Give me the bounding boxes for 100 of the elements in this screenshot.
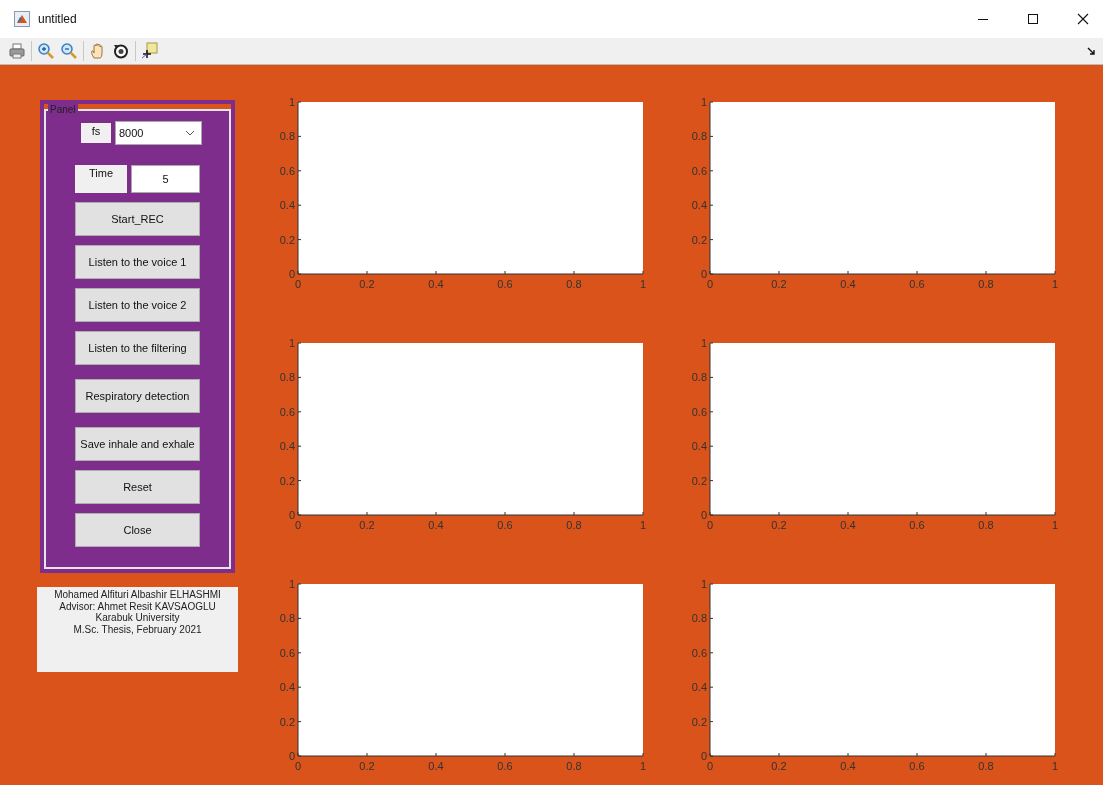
y-tick-label: 0.4 <box>691 681 707 694</box>
y-tick-label: 0.6 <box>691 164 707 177</box>
y-tick-label: 0.2 <box>691 233 707 246</box>
x-tick-label: 0.8 <box>566 760 582 772</box>
y-tick-label: 0.4 <box>279 199 295 212</box>
x-tick-label: 0.4 <box>840 278 856 290</box>
y-tick-label: 0.2 <box>691 474 707 487</box>
y-tick-label: 0.2 <box>279 233 295 246</box>
y-tick-label: 1 <box>288 96 295 108</box>
x-tick-label: 0.2 <box>771 278 787 290</box>
y-tick-label: 0.4 <box>691 199 707 212</box>
y-tick-label: 0.2 <box>691 715 707 728</box>
panel-button[interactable]: Listen to the filtering <box>75 331 200 365</box>
fs-dropdown[interactable]: 8000 <box>115 121 202 145</box>
panel-button[interactable]: Respiratory detection <box>75 379 200 413</box>
dock-arrow-icon[interactable] <box>1087 47 1095 55</box>
fs-label: fs <box>81 123 111 143</box>
x-tick-label: 1 <box>639 278 647 290</box>
y-tick-label: 0.8 <box>691 371 707 384</box>
y-tick-label: 1 <box>700 578 707 590</box>
x-tick-label: 1 <box>1051 278 1059 290</box>
panel-button[interactable]: Listen to the voice 2 <box>75 288 200 322</box>
time-input-field[interactable]: 5 <box>131 165 200 193</box>
y-tick-label: 0.6 <box>691 405 707 418</box>
y-tick-label: 0.6 <box>279 646 295 659</box>
x-tick-label: 0 <box>294 760 302 772</box>
y-tick-label: 1 <box>700 96 707 108</box>
y-tick-label: 0 <box>288 509 295 521</box>
chevron-down-icon <box>185 130 195 136</box>
close-icon[interactable] <box>1077 13 1089 25</box>
x-tick-label: 0.6 <box>497 519 513 531</box>
info-text: Mohamed Alfituri Albashir ELHASHMI <box>54 589 221 601</box>
y-tick-label: 1 <box>288 578 295 590</box>
window-title: untitled <box>38 12 77 26</box>
y-tick-label: 0 <box>700 268 707 280</box>
x-tick-label: 0 <box>706 278 714 290</box>
x-tick-label: 0 <box>706 519 714 531</box>
x-tick-label: 0 <box>294 519 302 531</box>
x-tick-label: 0.6 <box>909 278 925 290</box>
x-tick-label: 0.6 <box>909 519 925 531</box>
y-tick-label: 0.6 <box>691 646 707 659</box>
x-tick-label: 0.6 <box>909 760 925 772</box>
y-tick-label: 0 <box>700 750 707 762</box>
panel-button[interactable]: Listen to the voice 1 <box>75 245 200 279</box>
x-tick-label: 1 <box>1051 760 1059 772</box>
y-tick-label: 1 <box>288 337 295 349</box>
y-tick-label: 0.8 <box>691 612 707 625</box>
x-tick-label: 0.4 <box>840 760 856 772</box>
panel-title: Panel <box>48 104 78 115</box>
y-tick-label: 0 <box>288 750 295 762</box>
y-tick-label: 0.4 <box>279 440 295 453</box>
x-tick-label: 0.4 <box>428 760 444 772</box>
y-tick-label: 0.6 <box>279 164 295 177</box>
x-tick-label: 1 <box>1051 519 1059 531</box>
x-tick-label: 0.2 <box>359 519 375 531</box>
y-tick-label: 1 <box>700 337 707 349</box>
x-tick-label: 0.2 <box>359 278 375 290</box>
y-tick-label: 0.2 <box>279 715 295 728</box>
rotate-icon[interactable] <box>112 42 130 60</box>
x-tick-label: 1 <box>639 760 647 772</box>
x-tick-label: 0.4 <box>428 278 444 290</box>
x-tick-label: 0.4 <box>428 519 444 531</box>
info-text: Advisor: Ahmet Resit KAVSAOGLU <box>59 600 216 612</box>
info-text: M.Sc. Thesis, February 2021 <box>73 623 202 635</box>
zoom-out-icon[interactable] <box>60 42 78 60</box>
y-tick-label: 0.8 <box>279 130 295 143</box>
panel-button[interactable]: Start_REC <box>75 202 200 236</box>
x-tick-label: 0.8 <box>566 278 582 290</box>
y-tick-label: 0.2 <box>279 474 295 487</box>
x-tick-label: 0.2 <box>771 760 787 772</box>
x-tick-label: 0.8 <box>978 278 994 290</box>
y-tick-label: 0.8 <box>279 612 295 625</box>
y-tick-label: 0.4 <box>691 440 707 453</box>
x-tick-label: 0.8 <box>566 519 582 531</box>
y-tick-label: 0.6 <box>279 405 295 418</box>
x-tick-label: 0 <box>294 278 302 290</box>
x-tick-label: 0.8 <box>978 519 994 531</box>
info-text: Karabuk University <box>95 612 180 624</box>
zoom-in-icon[interactable] <box>37 42 55 60</box>
y-tick-label: 0.8 <box>691 130 707 143</box>
x-tick-label: 0.2 <box>359 760 375 772</box>
x-tick-label: 0 <box>706 760 714 772</box>
maximize-icon[interactable] <box>1027 13 1039 25</box>
y-tick-label: 0 <box>288 268 295 280</box>
app-icon <box>14 11 30 27</box>
x-tick-label: 0.4 <box>840 519 856 531</box>
panel-button[interactable]: Close <box>75 513 200 547</box>
x-tick-label: 0.8 <box>978 760 994 772</box>
x-tick-label: 0.2 <box>771 519 787 531</box>
printer-icon[interactable] <box>8 42 26 60</box>
time-label: Time <box>75 165 127 193</box>
data-cursor-icon[interactable] <box>141 42 159 60</box>
x-tick-label: 1 <box>639 519 647 531</box>
panel-button[interactable]: Reset <box>75 470 200 504</box>
y-tick-label: 0 <box>700 509 707 521</box>
panel-button[interactable]: Save inhale and exhale <box>75 427 200 461</box>
x-tick-label: 0.6 <box>497 760 513 772</box>
x-tick-label: 0.6 <box>497 278 513 290</box>
y-tick-label: 0.4 <box>279 681 295 694</box>
y-tick-label: 0.8 <box>279 371 295 384</box>
